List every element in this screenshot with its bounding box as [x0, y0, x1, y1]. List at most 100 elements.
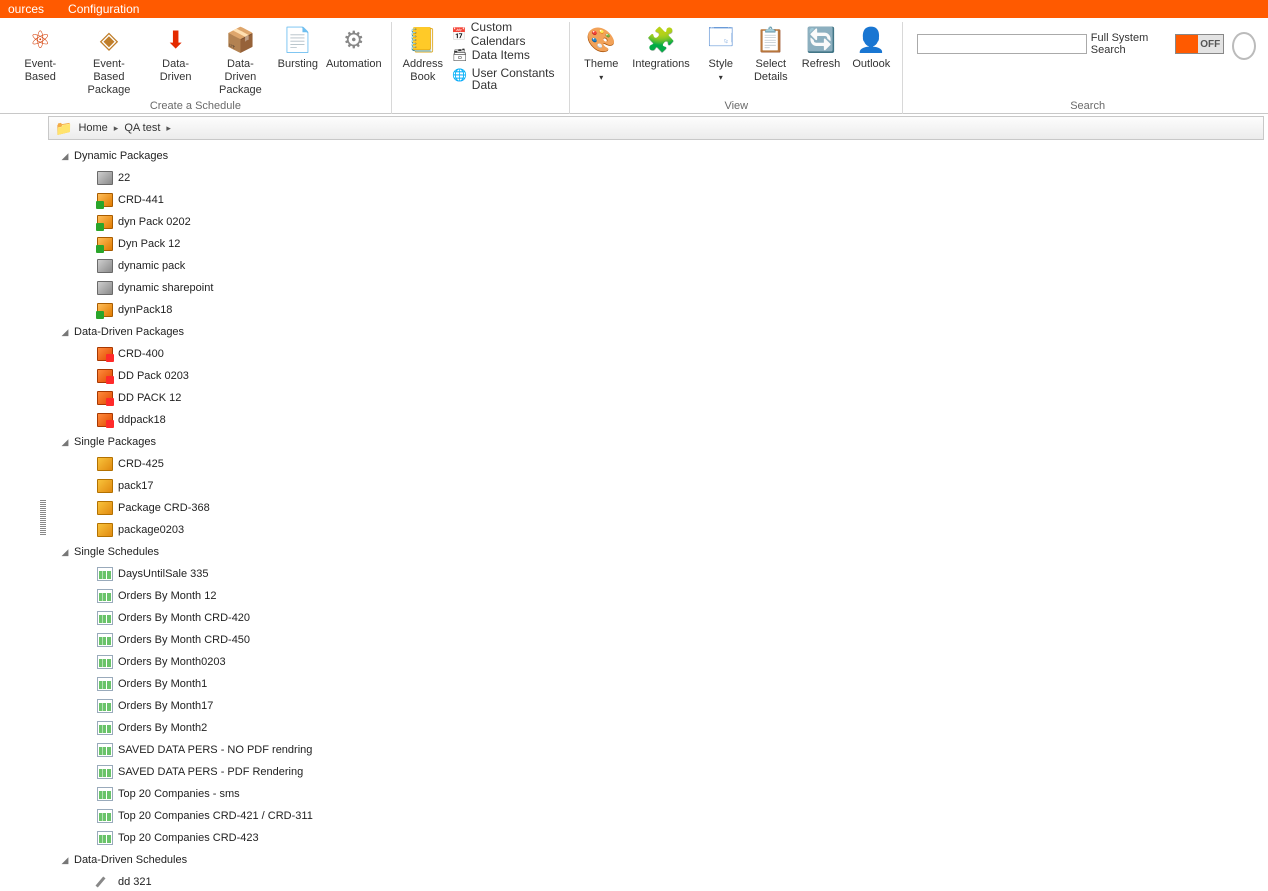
tree-item[interactable]: Top 20 Companies - sms	[52, 783, 1264, 805]
item-icon	[96, 477, 114, 495]
item-icon	[96, 301, 114, 319]
tree-item[interactable]: DD Pack 0203	[52, 365, 1264, 387]
tree-item-label: SAVED DATA PERS - NO PDF rendring	[118, 744, 312, 756]
tree-group-label: Single Schedules	[74, 546, 159, 558]
address-book-button[interactable]: 📒 Address Book	[398, 22, 448, 84]
event-based-package-button[interactable]: ◈ Event-Based Package	[75, 22, 144, 97]
bursting-button[interactable]: 📄 Bursting	[273, 22, 323, 71]
data-driven-package-button[interactable]: 📦 Data-Driven Package	[208, 22, 273, 97]
ribbon-group-label: Search	[1070, 100, 1105, 114]
integrations-button[interactable]: 🧩 Integrations	[626, 22, 695, 71]
data-items-button[interactable]: 🗃 Data Items	[448, 45, 564, 65]
tree-item-label: CRD-425	[118, 458, 164, 470]
tree-item[interactable]: Orders By Month17	[52, 695, 1264, 717]
select-details-button[interactable]: 📋 Select Details	[746, 22, 796, 84]
ribbon-group-search: Full System Search OFF Search	[903, 22, 1268, 114]
item-icon	[96, 521, 114, 539]
tree-item[interactable]: SAVED DATA PERS - NO PDF rendring	[52, 739, 1264, 761]
menu-configuration[interactable]: Configuration	[68, 2, 139, 16]
item-icon	[96, 257, 114, 275]
tree-group[interactable]: ◢Single Packages	[52, 431, 1264, 453]
data-driven-button[interactable]: ⬇ Data-Driven	[143, 22, 208, 84]
ribbon-group-view: 🎨 Theme ▾ 🧩 Integrations 🗔 Style ▾ 📋 Sel…	[570, 22, 903, 114]
tree-item[interactable]: pack17	[52, 475, 1264, 497]
tree-item[interactable]: CRD-425	[52, 453, 1264, 475]
chevron-right-icon: ▸	[114, 123, 119, 134]
collapse-icon: ◢	[60, 151, 70, 162]
tree-item[interactable]: package0203	[52, 519, 1264, 541]
tree-item-label: dynamic sharepoint	[118, 282, 213, 294]
tree-item[interactable]: Dyn Pack 12	[52, 233, 1264, 255]
tree-item[interactable]: Orders By Month CRD-420	[52, 607, 1264, 629]
tree-item[interactable]: DaysUntilSale 335	[52, 563, 1264, 585]
tree-item[interactable]: ddpack18	[52, 409, 1264, 431]
tree-item[interactable]: dynamic pack	[52, 255, 1264, 277]
tree-group[interactable]: ◢Data-Driven Schedules	[52, 849, 1264, 871]
tree-item[interactable]: dynPack18	[52, 299, 1264, 321]
automation-button[interactable]: ⚙ Automation	[323, 22, 385, 71]
tree-item[interactable]: Top 20 Companies CRD-423	[52, 827, 1264, 849]
puzzle-icon: 🧩	[645, 24, 677, 56]
tree-item[interactable]: CRD-441	[52, 189, 1264, 211]
item-icon	[96, 191, 114, 209]
user-constants-button[interactable]: 🌐 User Constants Data	[448, 66, 564, 92]
tree-item[interactable]: Top 20 Companies CRD-421 / CRD-311	[52, 805, 1264, 827]
menu-resources[interactable]: ources	[8, 2, 44, 16]
item-icon	[96, 565, 114, 583]
tree-item[interactable]: Orders By Month CRD-450	[52, 629, 1264, 651]
tree-item-label: Orders By Month0203	[118, 656, 226, 668]
tree-item[interactable]: Orders By Month2	[52, 717, 1264, 739]
item-icon	[96, 455, 114, 473]
top-menubar: ources Configuration	[0, 0, 1268, 18]
item-icon	[96, 675, 114, 693]
tree-item[interactable]: Orders By Month1	[52, 673, 1264, 695]
document-burst-icon: 📄	[282, 24, 314, 56]
item-icon	[96, 587, 114, 605]
tree-item-label: Orders By Month 12	[118, 590, 216, 602]
full-system-search-toggle[interactable]: OFF	[1175, 34, 1224, 54]
tree-group-label: Data-Driven Schedules	[74, 854, 187, 866]
tree-group[interactable]: ◢ Dynamic Packages	[52, 145, 1264, 167]
tree-item[interactable]: Orders By Month 12	[52, 585, 1264, 607]
style-button[interactable]: 🗔 Style ▾	[696, 22, 746, 82]
chevron-right-icon: ▸	[166, 123, 171, 134]
tree-item[interactable]: dynamic sharepoint	[52, 277, 1264, 299]
tree-group-label: Dynamic Packages	[74, 150, 168, 162]
tree-item-label: Orders By Month17	[118, 700, 213, 712]
tree-item[interactable]: SAVED DATA PERS - PDF Rendering	[52, 761, 1264, 783]
tree-item-label: pack17	[118, 480, 153, 492]
event-based-button[interactable]: ⚛ Event-Based	[6, 22, 75, 84]
tree-item[interactable]: Package CRD-368	[52, 497, 1264, 519]
atom-icon: ⚛	[24, 24, 56, 56]
custom-calendars-button[interactable]: 📅 Custom Calendars	[448, 24, 564, 44]
tree-item[interactable]: DD PACK 12	[52, 387, 1264, 409]
folder-icon: 📁	[55, 120, 72, 137]
search-input[interactable]	[917, 34, 1086, 54]
tree-item[interactable]: Orders By Month0203	[52, 651, 1264, 673]
refresh-icon: 🔄	[805, 24, 837, 56]
collapse-icon: ◢	[60, 547, 70, 558]
tree-item-label: Orders By Month CRD-420	[118, 612, 250, 624]
tree-group[interactable]: ◢Data-Driven Packages	[52, 321, 1264, 343]
item-icon	[96, 235, 114, 253]
tree-item[interactable]: CRD-400	[52, 343, 1264, 365]
sidebar-collapse-gutter[interactable]	[40, 140, 48, 880]
refresh-button[interactable]: 🔄 Refresh	[796, 22, 847, 71]
theme-button[interactable]: 🎨 Theme ▾	[576, 22, 626, 82]
tree-item[interactable]: dd 321	[52, 871, 1264, 891]
tree-item-label: CRD-441	[118, 194, 164, 206]
item-icon	[96, 609, 114, 627]
tree-item[interactable]: dyn Pack 0202	[52, 211, 1264, 233]
search-go-icon[interactable]	[1232, 32, 1256, 60]
cube-wire-icon: ◈	[93, 24, 125, 56]
box-arrow-icon: 📦	[224, 24, 256, 56]
outlook-button[interactable]: 👤 Outlook	[846, 22, 896, 71]
item-icon	[96, 763, 114, 781]
breadcrumb-qatest[interactable]: QA test	[124, 122, 160, 134]
tree-item[interactable]: 22	[52, 167, 1264, 189]
breadcrumb: 📁 Home ▸ QA test ▸	[48, 116, 1264, 140]
calendar-icon: 📅	[452, 26, 467, 42]
tree-group[interactable]: ◢ Single Schedules	[52, 541, 1264, 563]
breadcrumb-home[interactable]: Home	[78, 122, 107, 134]
item-icon	[96, 213, 114, 231]
